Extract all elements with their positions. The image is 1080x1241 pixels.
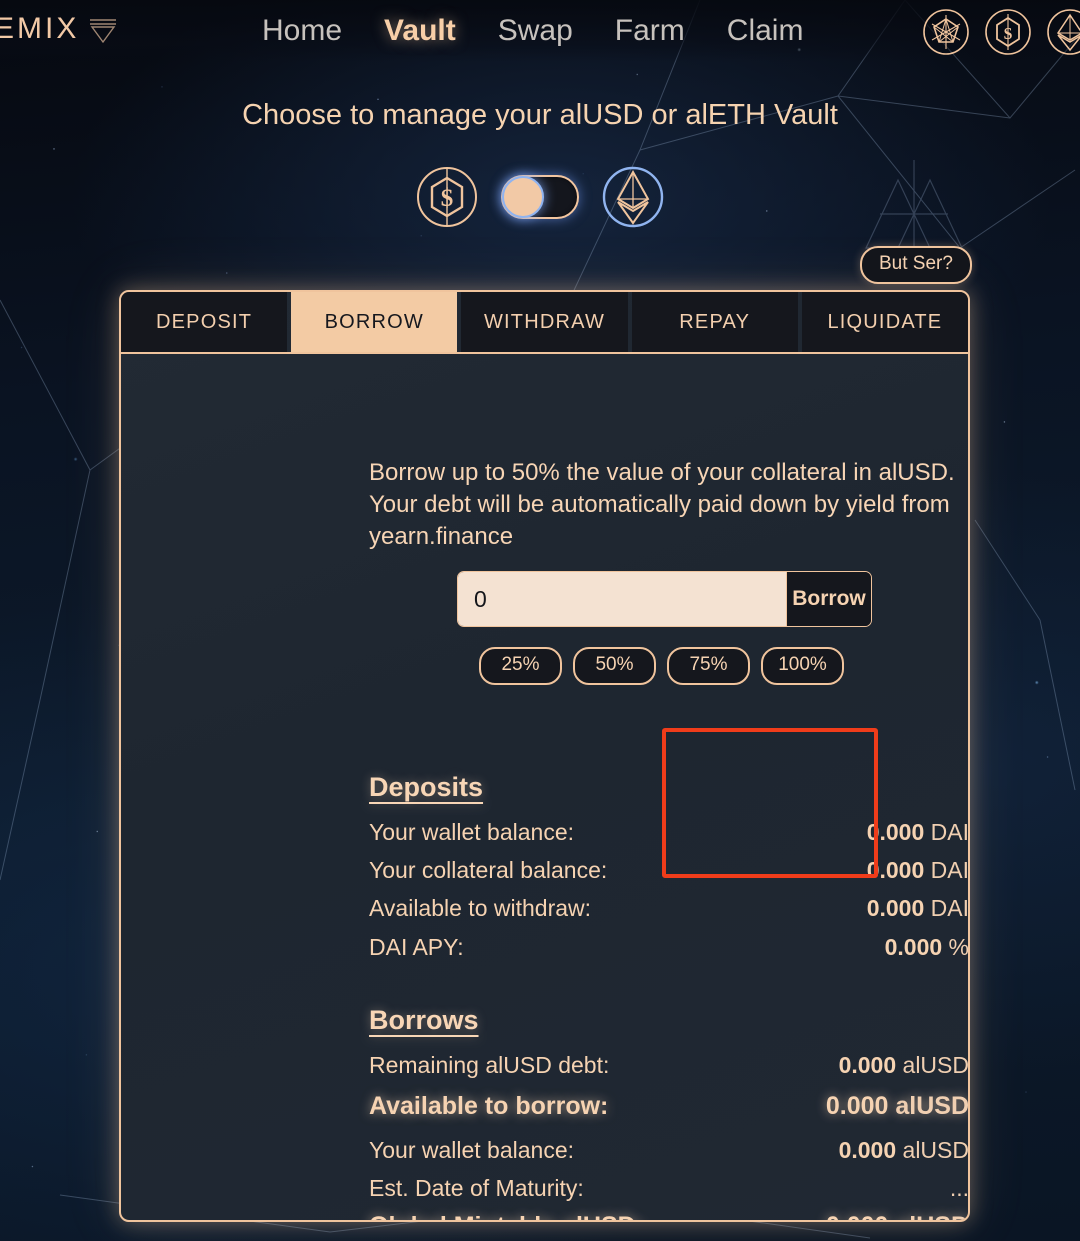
alcx-token-icon[interactable] [922,8,970,56]
tab-repay[interactable]: REPAY [631,292,798,352]
stat-number: 0.000 [866,857,925,883]
stat-label: Your collateral balance: [369,857,608,883]
stat-value: 0.000 alUSD [838,1137,969,1164]
percent-button-50[interactable]: 50% [573,647,656,685]
nav-link-vault[interactable]: Vault [384,14,456,48]
vault-toggle-switch[interactable] [501,175,579,219]
stat-value: 0.000 DAI [866,895,969,922]
percent-button-100[interactable]: 100% [761,647,844,685]
stat-label: Global Mintable alUSD: [369,1212,644,1220]
stat-row-available-to-withdraw-dai: Available to withdraw: 0.000 DAI [369,895,969,922]
deposits-section-title: Deposits [369,772,484,802]
alusd-token-icon[interactable]: $ [984,8,1032,56]
aleth-coin-icon[interactable] [601,165,665,229]
stat-value: 0.000 DAI [866,819,969,846]
tab-withdraw[interactable]: WITHDRAW [461,292,628,352]
stat-row-est-date-of-maturity: Est. Date of Maturity: ... [369,1175,969,1202]
vault-toggle-knob[interactable] [502,176,544,218]
borrows-section-title: Borrows [369,1005,479,1035]
stat-unit: % [948,934,969,960]
stat-label: Available to borrow: [369,1092,609,1120]
alusd-coin-icon[interactable]: $ [415,165,479,229]
stat-label: Your wallet balance: [369,819,575,845]
stat-label: DAI APY: [369,934,464,960]
percent-button-25[interactable]: 25% [479,647,562,685]
percent-shortcut-row: 25% 50% 75% 100% [479,647,844,685]
svg-text:$: $ [441,185,454,212]
stat-number: 0.000 [826,1212,889,1220]
stat-label: Remaining alUSD debt: [369,1052,610,1078]
nav-links: Home Vault Swap Farm Claim [262,14,803,48]
stat-number: 0.000 [866,819,925,845]
alchemix-triangle-icon [90,19,117,44]
stat-label: Available to withdraw: [369,895,592,921]
stat-row-wallet-balance-alusd: Your wallet balance: 0.000 alUSD [369,1137,969,1164]
stat-row-wallet-balance-dai: Your wallet balance: 0.000 DAI [369,819,969,846]
stat-row-global-mintable-alusd: Global Mintable alUSD: 0.000 alUSD [369,1212,968,1220]
vault-type-toggle-row: $ [0,165,1080,229]
stat-unit: DAI [930,819,969,845]
vault-card: DEPOSIT BORROW WITHDRAW REPAY LIQUIDATE … [119,290,970,1222]
nav-link-claim[interactable]: Claim [727,14,804,48]
stat-unit: alUSD [895,1212,968,1220]
stat-number: 0.000 [866,895,925,921]
stat-unit: alUSD [902,1137,969,1163]
nav-link-farm[interactable]: Farm [615,14,685,48]
tab-deposit[interactable]: DEPOSIT [121,292,288,352]
svg-text:$: $ [1004,24,1013,43]
stat-unit: DAI [930,857,969,883]
borrow-amount-row: Borrow [457,571,872,627]
stat-row-remaining-alusd-debt: Remaining alUSD debt: 0.000 alUSD [369,1052,969,1079]
stat-number: 0.000 [825,1092,889,1120]
top-navigation-bar: EMIX Home Vault Swap Farm Claim $ [0,0,1080,62]
stat-row-collateral-balance-dai: Your collateral balance: 0.000 DAI [369,857,969,884]
stat-number: 0.000 [884,934,943,960]
vault-card-body: Borrow up to 50% the value of your colla… [121,354,969,1220]
stat-value: 0.000 % [884,934,969,961]
stat-unit: ... [949,1175,969,1201]
but-ser-button[interactable]: But Ser? [860,246,972,284]
stat-unit: DAI [930,895,969,921]
nav-link-swap[interactable]: Swap [498,14,573,48]
stat-row-dai-apy: DAI APY: 0.000 % [369,934,969,961]
stat-value: ... [949,1175,969,1202]
stat-number: 0.000 [838,1052,897,1078]
brand-name: EMIX [0,12,80,45]
stat-value: 0.000 DAI [866,857,969,884]
stat-number: 0.000 [838,1137,897,1163]
vault-tabs: DEPOSIT BORROW WITHDRAW REPAY LIQUIDATE [121,292,968,354]
nav-link-home[interactable]: Home [262,14,342,48]
stat-value: 0.000 alUSD [825,1092,969,1121]
tab-liquidate[interactable]: LIQUIDATE [801,292,968,352]
stat-row-available-to-borrow: Available to borrow: 0.000 alUSD [369,1092,969,1121]
stat-unit: alUSD [895,1092,969,1120]
percent-button-75[interactable]: 75% [667,647,750,685]
stat-label: Your wallet balance: [369,1137,575,1163]
brand-logo[interactable]: EMIX [0,12,120,46]
stat-label: Est. Date of Maturity: [369,1175,584,1201]
tab-borrow[interactable]: BORROW [291,292,458,352]
aleth-token-icon[interactable] [1046,8,1080,56]
page-title: Choose to manage your alUSD or alETH Vau… [242,99,838,131]
borrow-submit-button[interactable]: Borrow [786,572,871,626]
stat-value: 0.000 alUSD [838,1052,969,1079]
stat-value: 0.000 alUSD [826,1212,968,1220]
nav-token-icons: $ [922,8,1080,56]
borrow-description: Borrow up to 50% the value of your colla… [369,459,955,550]
stat-unit: alUSD [902,1052,969,1078]
borrow-amount-input[interactable] [458,572,786,626]
